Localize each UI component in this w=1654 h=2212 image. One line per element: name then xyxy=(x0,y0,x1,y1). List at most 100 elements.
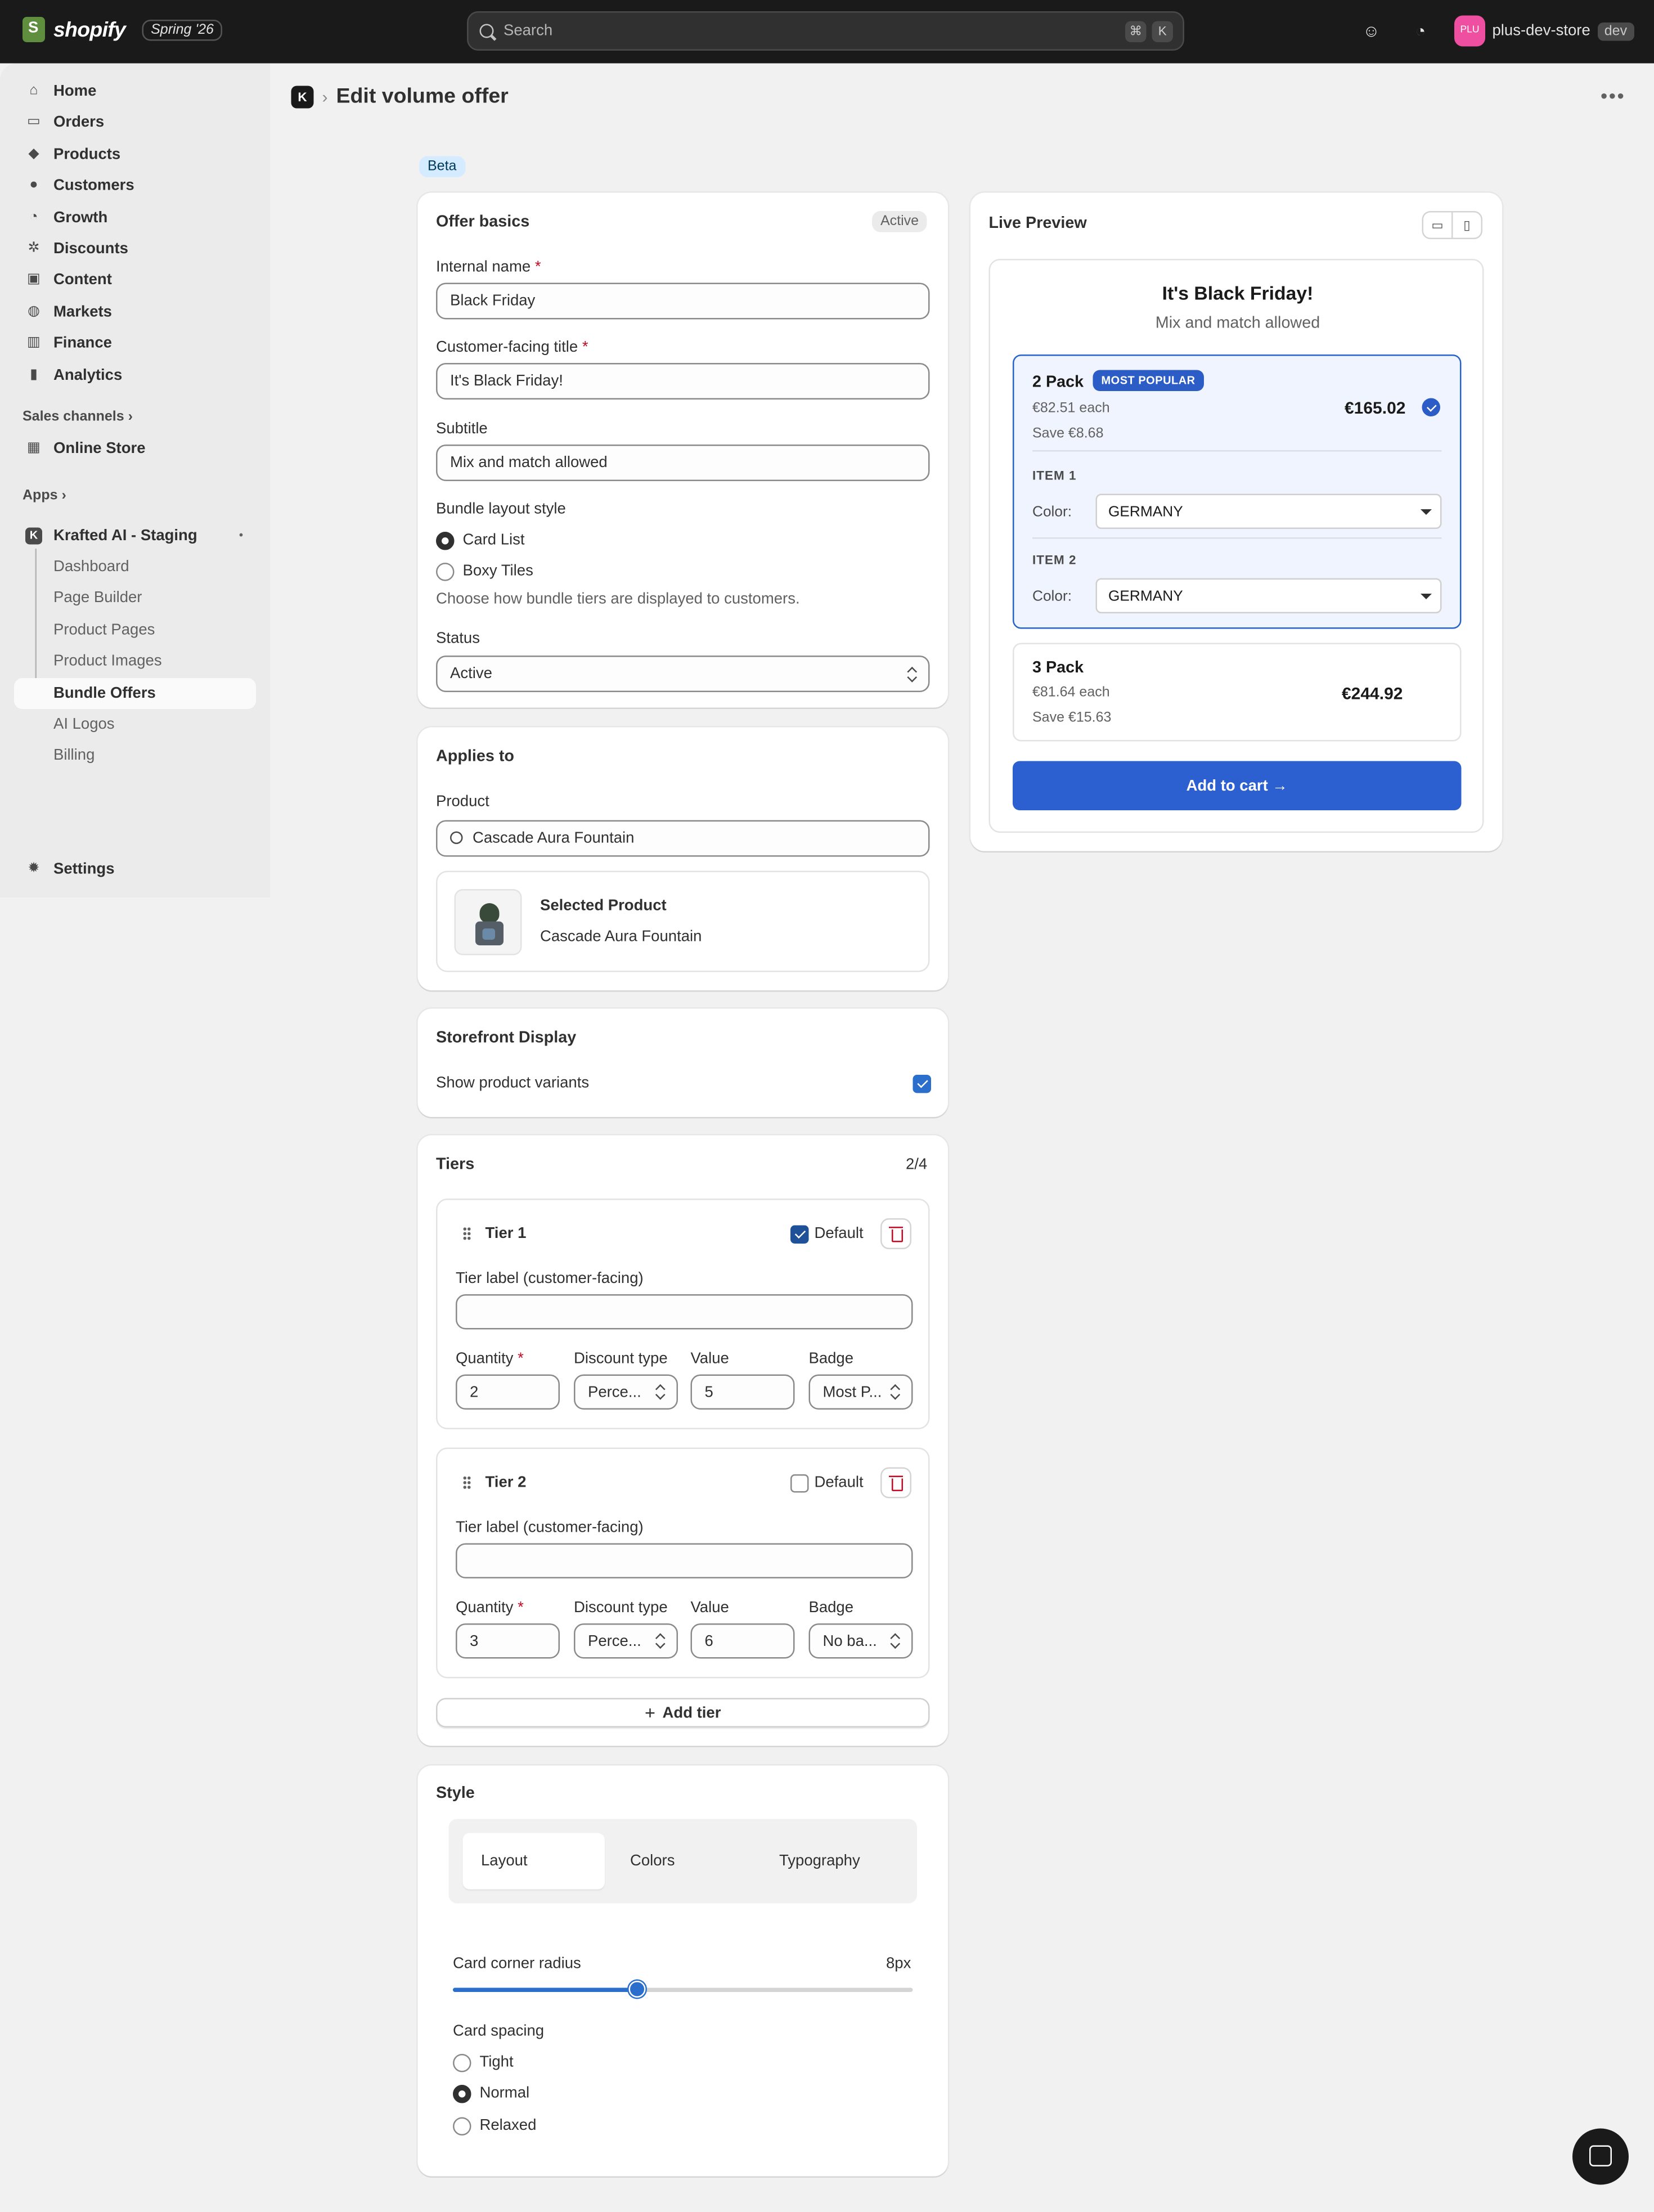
sales-channels-heading[interactable]: Sales channels › xyxy=(23,410,133,425)
tab-colors[interactable]: Colors xyxy=(612,1833,754,1890)
spacing-radio-normal[interactable] xyxy=(453,2085,471,2103)
layout-radio-card-list[interactable] xyxy=(436,532,455,550)
value-input[interactable]: 6 xyxy=(690,1623,795,1659)
sidebar-item-krafted-app[interactable]: K Krafted AI - Staging • xyxy=(14,521,256,551)
badge-select[interactable]: Most P... xyxy=(808,1374,913,1410)
sidebar-item-analytics[interactable]: ▮ Analytics xyxy=(14,360,256,391)
shopify-logo[interactable]: shopify Spring '26 xyxy=(23,17,222,42)
slider-thumb[interactable] xyxy=(628,1981,645,1998)
product-search-input[interactable]: Cascade Aura Fountain xyxy=(436,820,930,857)
subtitle-field[interactable]: Mix and match allowed xyxy=(436,445,930,481)
sidebar-item-settings[interactable]: ✹ Settings xyxy=(14,854,256,885)
search-icon xyxy=(479,24,494,38)
customer-title-field[interactable]: It's Black Friday! xyxy=(436,363,930,400)
spacing-radio-tight[interactable] xyxy=(453,2054,471,2072)
sidebar-item-label: Finance xyxy=(53,335,112,352)
sidebar-subitem-ai-logos[interactable]: AI Logos xyxy=(14,709,256,740)
discount-type-select[interactable]: Perce... xyxy=(574,1623,678,1659)
sidebar-subitem-bundle-offers[interactable]: Bundle Offers xyxy=(14,677,256,708)
item-1-label: ITEM 1 xyxy=(1032,468,1077,483)
sidebar-item-content[interactable]: ▣ Content xyxy=(14,265,256,296)
preview-tier-3-pack[interactable]: 3 Pack €81.64 each Save €15.63 €244.92 xyxy=(1013,643,1462,742)
globe-icon: ◍ xyxy=(28,303,40,319)
tab-typography[interactable]: Typography xyxy=(761,1833,904,1890)
badge-select[interactable]: No ba... xyxy=(808,1623,913,1659)
quantity-input[interactable]: 2 xyxy=(456,1374,560,1410)
sidebar-item-products[interactable]: ◆ Products xyxy=(14,139,256,170)
sidebar-item-online-store[interactable]: ▦ Online Store xyxy=(14,433,256,464)
home-icon: ⌂ xyxy=(29,83,38,99)
sidebar-subitem-billing[interactable]: Billing xyxy=(14,741,256,771)
spacing-radio-relaxed[interactable] xyxy=(453,2117,471,2135)
item-2-label: ITEM 2 xyxy=(1032,553,1077,567)
sidebar-item-discounts[interactable]: ✲ Discounts xyxy=(14,234,256,264)
tier-default-checkbox[interactable] xyxy=(790,1225,809,1244)
sidebar-subitem-page-builder[interactable]: Page Builder xyxy=(14,583,256,614)
sidebar-item-markets[interactable]: ◍ Markets xyxy=(14,297,256,327)
krafted-logo-icon[interactable]: K xyxy=(291,85,314,108)
bell-icon[interactable]: ◔ xyxy=(1411,21,1431,41)
item-2-color-select[interactable]: GERMANY xyxy=(1095,578,1442,613)
preview-tier-2-pack[interactable]: 2 Pack MOST POPULAR €82.51 each Save €8.… xyxy=(1013,355,1462,629)
mobile-view-icon[interactable]: ▯ xyxy=(1451,211,1482,239)
tier-label-input[interactable] xyxy=(456,1294,913,1330)
internal-name-field[interactable]: Black Friday xyxy=(436,282,930,320)
sidebar-subitem-product-images[interactable]: Product Images xyxy=(14,646,256,677)
preview-frame: It's Black Friday! Mix and match allowed… xyxy=(988,259,1484,833)
sidebar-item-label: Customers xyxy=(53,177,134,195)
applies-to-card: Applies to Product Cascade Aura Fountain… xyxy=(417,727,948,990)
layout-option-boxy-tiles[interactable]: Boxy Tiles xyxy=(463,563,533,580)
add-to-cart-button[interactable]: Add to cart → xyxy=(1013,761,1462,810)
sidebar-item-orders[interactable]: ▭ Orders xyxy=(14,107,256,138)
spacing-option-relaxed[interactable]: Relaxed xyxy=(480,2117,537,2134)
search-input[interactable]: Search ⌘ K xyxy=(467,11,1184,51)
tier-default-label: Default xyxy=(814,1225,864,1242)
spacing-option-normal[interactable]: Normal xyxy=(480,2085,530,2102)
item-1-color-select[interactable]: GERMANY xyxy=(1095,493,1442,529)
caret-down-icon xyxy=(1421,594,1432,599)
sidebar-item-customers[interactable]: ● Customers xyxy=(14,171,256,201)
status-select[interactable]: Active xyxy=(436,656,930,692)
apps-heading[interactable]: Apps › xyxy=(23,488,66,504)
required-marker: * xyxy=(534,259,541,276)
delete-tier-icon[interactable] xyxy=(880,1467,911,1498)
drag-handle-icon[interactable] xyxy=(462,1227,471,1241)
pack-each-price: €81.64 each xyxy=(1032,685,1110,701)
bank-icon: ▥ xyxy=(27,335,41,351)
tiers-count: 2/4 xyxy=(906,1156,928,1173)
more-actions-icon[interactable]: ••• xyxy=(1601,84,1625,107)
status-badge: Active xyxy=(872,211,928,232)
sidekick-icon[interactable]: ☺ xyxy=(1361,21,1381,41)
selected-product-heading: Selected Product xyxy=(540,898,667,914)
tier-label-input[interactable] xyxy=(456,1543,913,1578)
discount-type-select[interactable]: Perce... xyxy=(574,1374,678,1410)
desktop-view-icon[interactable]: ▭ xyxy=(1422,211,1453,239)
tab-layout[interactable]: Layout xyxy=(462,1833,605,1890)
search-placeholder: Search xyxy=(504,23,553,39)
corner-radius-slider[interactable] xyxy=(453,1981,913,1998)
spacing-option-tight[interactable]: Tight xyxy=(480,2054,514,2071)
quantity-input[interactable]: 3 xyxy=(456,1623,560,1659)
layout-radio-boxy-tiles[interactable] xyxy=(436,563,455,581)
chat-icon[interactable] xyxy=(1572,2128,1629,2185)
discount-type-value: Perce... xyxy=(588,1632,641,1650)
divider xyxy=(1032,537,1442,539)
drag-handle-icon[interactable] xyxy=(462,1475,471,1490)
status-label: Status xyxy=(436,630,480,647)
value-input[interactable]: 5 xyxy=(690,1374,795,1410)
layout-option-card-list[interactable]: Card List xyxy=(463,532,525,549)
customer-title-label-text: Customer-facing title xyxy=(436,339,578,356)
dev-badge: dev xyxy=(1597,21,1634,41)
sidebar-subitem-dashboard[interactable]: Dashboard xyxy=(14,551,256,582)
sidebar-item-growth[interactable]: ◔ Growth xyxy=(14,202,256,233)
tier-name: Tier 1 xyxy=(485,1225,527,1242)
internal-name-label: Internal name * xyxy=(436,259,541,276)
tier-default-checkbox[interactable] xyxy=(790,1474,809,1493)
sidebar-item-home[interactable]: ⌂ Home xyxy=(14,76,256,107)
sidebar-subitem-product-pages[interactable]: Product Pages xyxy=(14,614,256,645)
delete-tier-icon[interactable] xyxy=(880,1218,911,1249)
store-menu[interactable]: PLU plus-dev-store dev xyxy=(1454,15,1634,47)
sidebar-item-finance[interactable]: ▥ Finance xyxy=(14,328,256,359)
show-variants-checkbox[interactable] xyxy=(913,1075,931,1093)
add-tier-button[interactable]: + Add tier xyxy=(436,1698,930,1728)
